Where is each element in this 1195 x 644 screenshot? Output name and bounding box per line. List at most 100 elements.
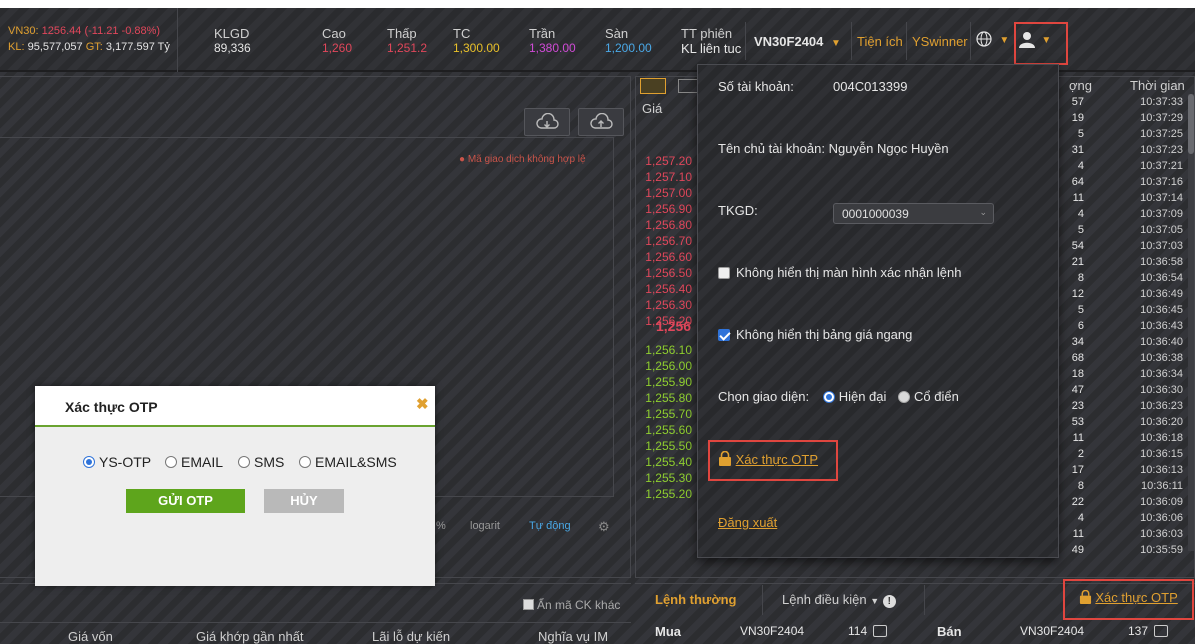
col-last-price: Giá khớp gần nhất: [196, 629, 304, 644]
otp-option-emailsms[interactable]: EMAIL&SMS: [299, 454, 397, 470]
otp-modal-body: YS-OTP EMAIL SMS EMAIL&SMS GỬI OTP HỦY: [35, 427, 435, 586]
trade-time: 10:36:18: [1140, 432, 1183, 444]
info-icon[interactable]: !: [882, 595, 896, 608]
hide-horizontal-checkbox[interactable]: [718, 329, 730, 341]
auto-toggle[interactable]: Tự động: [529, 520, 571, 532]
trade-time: 10:36:40: [1140, 336, 1183, 348]
theme-classic-radio[interactable]: [898, 391, 911, 403]
otp-option-ysotp[interactable]: YS-OTP: [83, 454, 151, 470]
invalid-symbol-message: ● Mã giao dịch không hợp lệ: [459, 154, 586, 165]
high-value: 1,260: [322, 41, 353, 55]
otp-ysotp-label: YS-OTP: [99, 454, 152, 470]
upload-button[interactable]: [578, 108, 624, 136]
scrollbar-thumb[interactable]: [1188, 94, 1194, 154]
list-mode-icon[interactable]: [678, 79, 698, 93]
logout-link[interactable]: Đăng xuất: [718, 515, 777, 530]
trade-qty: 4: [1077, 160, 1084, 172]
cloud-upload-icon: [590, 113, 613, 129]
theme-modern-radio[interactable]: [822, 391, 835, 403]
hide-confirm-checkbox[interactable]: [718, 267, 730, 279]
theme-modern-option[interactable]: Hiện đại: [822, 389, 887, 404]
qty-column-header: ợng: [1069, 78, 1092, 93]
trade-time: 10:36:09: [1140, 496, 1183, 508]
otp-option-email[interactable]: EMAIL: [165, 454, 223, 470]
trade-time: 10:36:38: [1140, 352, 1183, 364]
theme-classic-option[interactable]: Cổ điển: [898, 389, 959, 404]
buy-label: Mua: [655, 624, 681, 639]
ref-label: TC: [453, 26, 471, 41]
positions-table-header: Giá vốn Giá khớp gần nhất Lãi lỗ dự kiến…: [0, 622, 631, 644]
cancel-button[interactable]: HỦY: [264, 489, 344, 513]
otp-emailsms-radio[interactable]: [299, 456, 311, 468]
menu-yswinner[interactable]: YSwinner: [912, 34, 968, 49]
tkgd-label: TKGD:: [718, 203, 758, 218]
otp-ysotp-radio[interactable]: [83, 456, 95, 468]
otp-email-radio[interactable]: [165, 456, 177, 468]
sell-label: Bán: [937, 624, 962, 639]
bid-price: 1,255.50: [645, 439, 692, 453]
symbol-select[interactable]: VN30F2404 ▼: [754, 34, 841, 49]
chevron-down-icon: ▼: [999, 35, 1010, 46]
send-otp-button[interactable]: GỬI OTP: [126, 489, 245, 513]
download-button[interactable]: [524, 108, 570, 136]
trade-time: 10:36:58: [1140, 256, 1183, 268]
hide-other-row[interactable]: Ẩn mã CK khác: [523, 598, 620, 612]
language-menu[interactable]: ▼: [976, 31, 1009, 50]
trade-qty: 18: [1071, 368, 1084, 380]
session-value: KL liên tục: [681, 41, 742, 53]
divider: [745, 22, 746, 60]
ref-value: 1,300.00: [453, 41, 500, 55]
ask-price: 1,256.80: [645, 218, 692, 232]
trade-qty: 11: [1072, 192, 1084, 204]
tab-normal-order[interactable]: Lệnh thường: [655, 592, 736, 607]
trade-time: 10:36:11: [1140, 480, 1183, 492]
logarit-toggle[interactable]: logarit: [470, 520, 500, 532]
bid-price: 1,255.90: [645, 375, 692, 389]
tab-conditional-order[interactable]: Lệnh điều kiện ▼ !: [782, 592, 896, 608]
bid-price-list: 1,256.10 1,256.00 1,255.90 1,255.80 1,255.70…: [642, 342, 692, 502]
trade-time: 10:36:30: [1140, 384, 1183, 396]
high-label: Cao: [322, 26, 346, 41]
percent-toggle[interactable]: %: [436, 520, 446, 532]
trade-qty: 12: [1071, 288, 1084, 300]
otp-bottom-highlight: [1063, 579, 1194, 620]
session-label: TT phiên: [681, 26, 733, 41]
ask-price: 1,256.70: [645, 234, 692, 248]
otp-option-sms[interactable]: SMS: [238, 454, 284, 470]
wallet-icon[interactable]: [1154, 625, 1169, 637]
theme-modern-label: Hiện đại: [838, 389, 887, 404]
trade-qty: 19: [1071, 112, 1084, 124]
ceiling-value: 1,380.00: [529, 41, 576, 55]
close-icon[interactable]: ✖: [416, 395, 429, 413]
ask-price: 1,256.60: [645, 250, 692, 264]
menu-tien-ich[interactable]: Tiện ích: [857, 34, 903, 49]
gear-icon[interactable]: ⚙: [598, 519, 610, 535]
trade-time: 10:37:09: [1140, 208, 1183, 220]
trade-time: 10:36:15: [1140, 448, 1183, 460]
divider: [970, 22, 971, 60]
hide-horizontal-row[interactable]: Không hiển thị bảng giá ngang: [718, 327, 912, 342]
bid-price: 1,255.30: [645, 471, 692, 485]
theme-label: Chọn giao diện:: [718, 389, 810, 404]
hide-confirm-row[interactable]: Không hiển thị màn hình xác nhận lệnh: [718, 265, 962, 280]
trade-time: 10:36:49: [1140, 288, 1183, 300]
tkgd-select[interactable]: 0001000039 ⌄: [833, 203, 994, 224]
globe-icon: [976, 31, 992, 47]
wallet-icon[interactable]: [873, 625, 888, 637]
kl-value: 95,577,057: [27, 41, 83, 53]
trade-time: 10:37:14: [1140, 192, 1183, 204]
cloud-download-icon: [536, 113, 559, 129]
trade-time: 10:37:21: [1140, 160, 1183, 172]
user-menu-highlight: [1014, 22, 1068, 65]
floor-value: 1,200.00: [605, 41, 652, 55]
otp-sms-radio[interactable]: [238, 456, 250, 468]
trade-time: 10:36:45: [1140, 304, 1183, 316]
buy-symbol: VN30F2404: [740, 624, 805, 638]
chart-mode-icon[interactable]: [640, 78, 666, 94]
hide-other-checkbox[interactable]: [523, 599, 534, 610]
otp-email-label: EMAIL: [181, 454, 224, 470]
account-number-value: 004C013399: [833, 79, 908, 94]
hide-horizontal-label: Không hiển thị bảng giá ngang: [736, 327, 913, 342]
trade-qty: 8: [1077, 480, 1084, 492]
scrollbar[interactable]: [1188, 94, 1194, 551]
